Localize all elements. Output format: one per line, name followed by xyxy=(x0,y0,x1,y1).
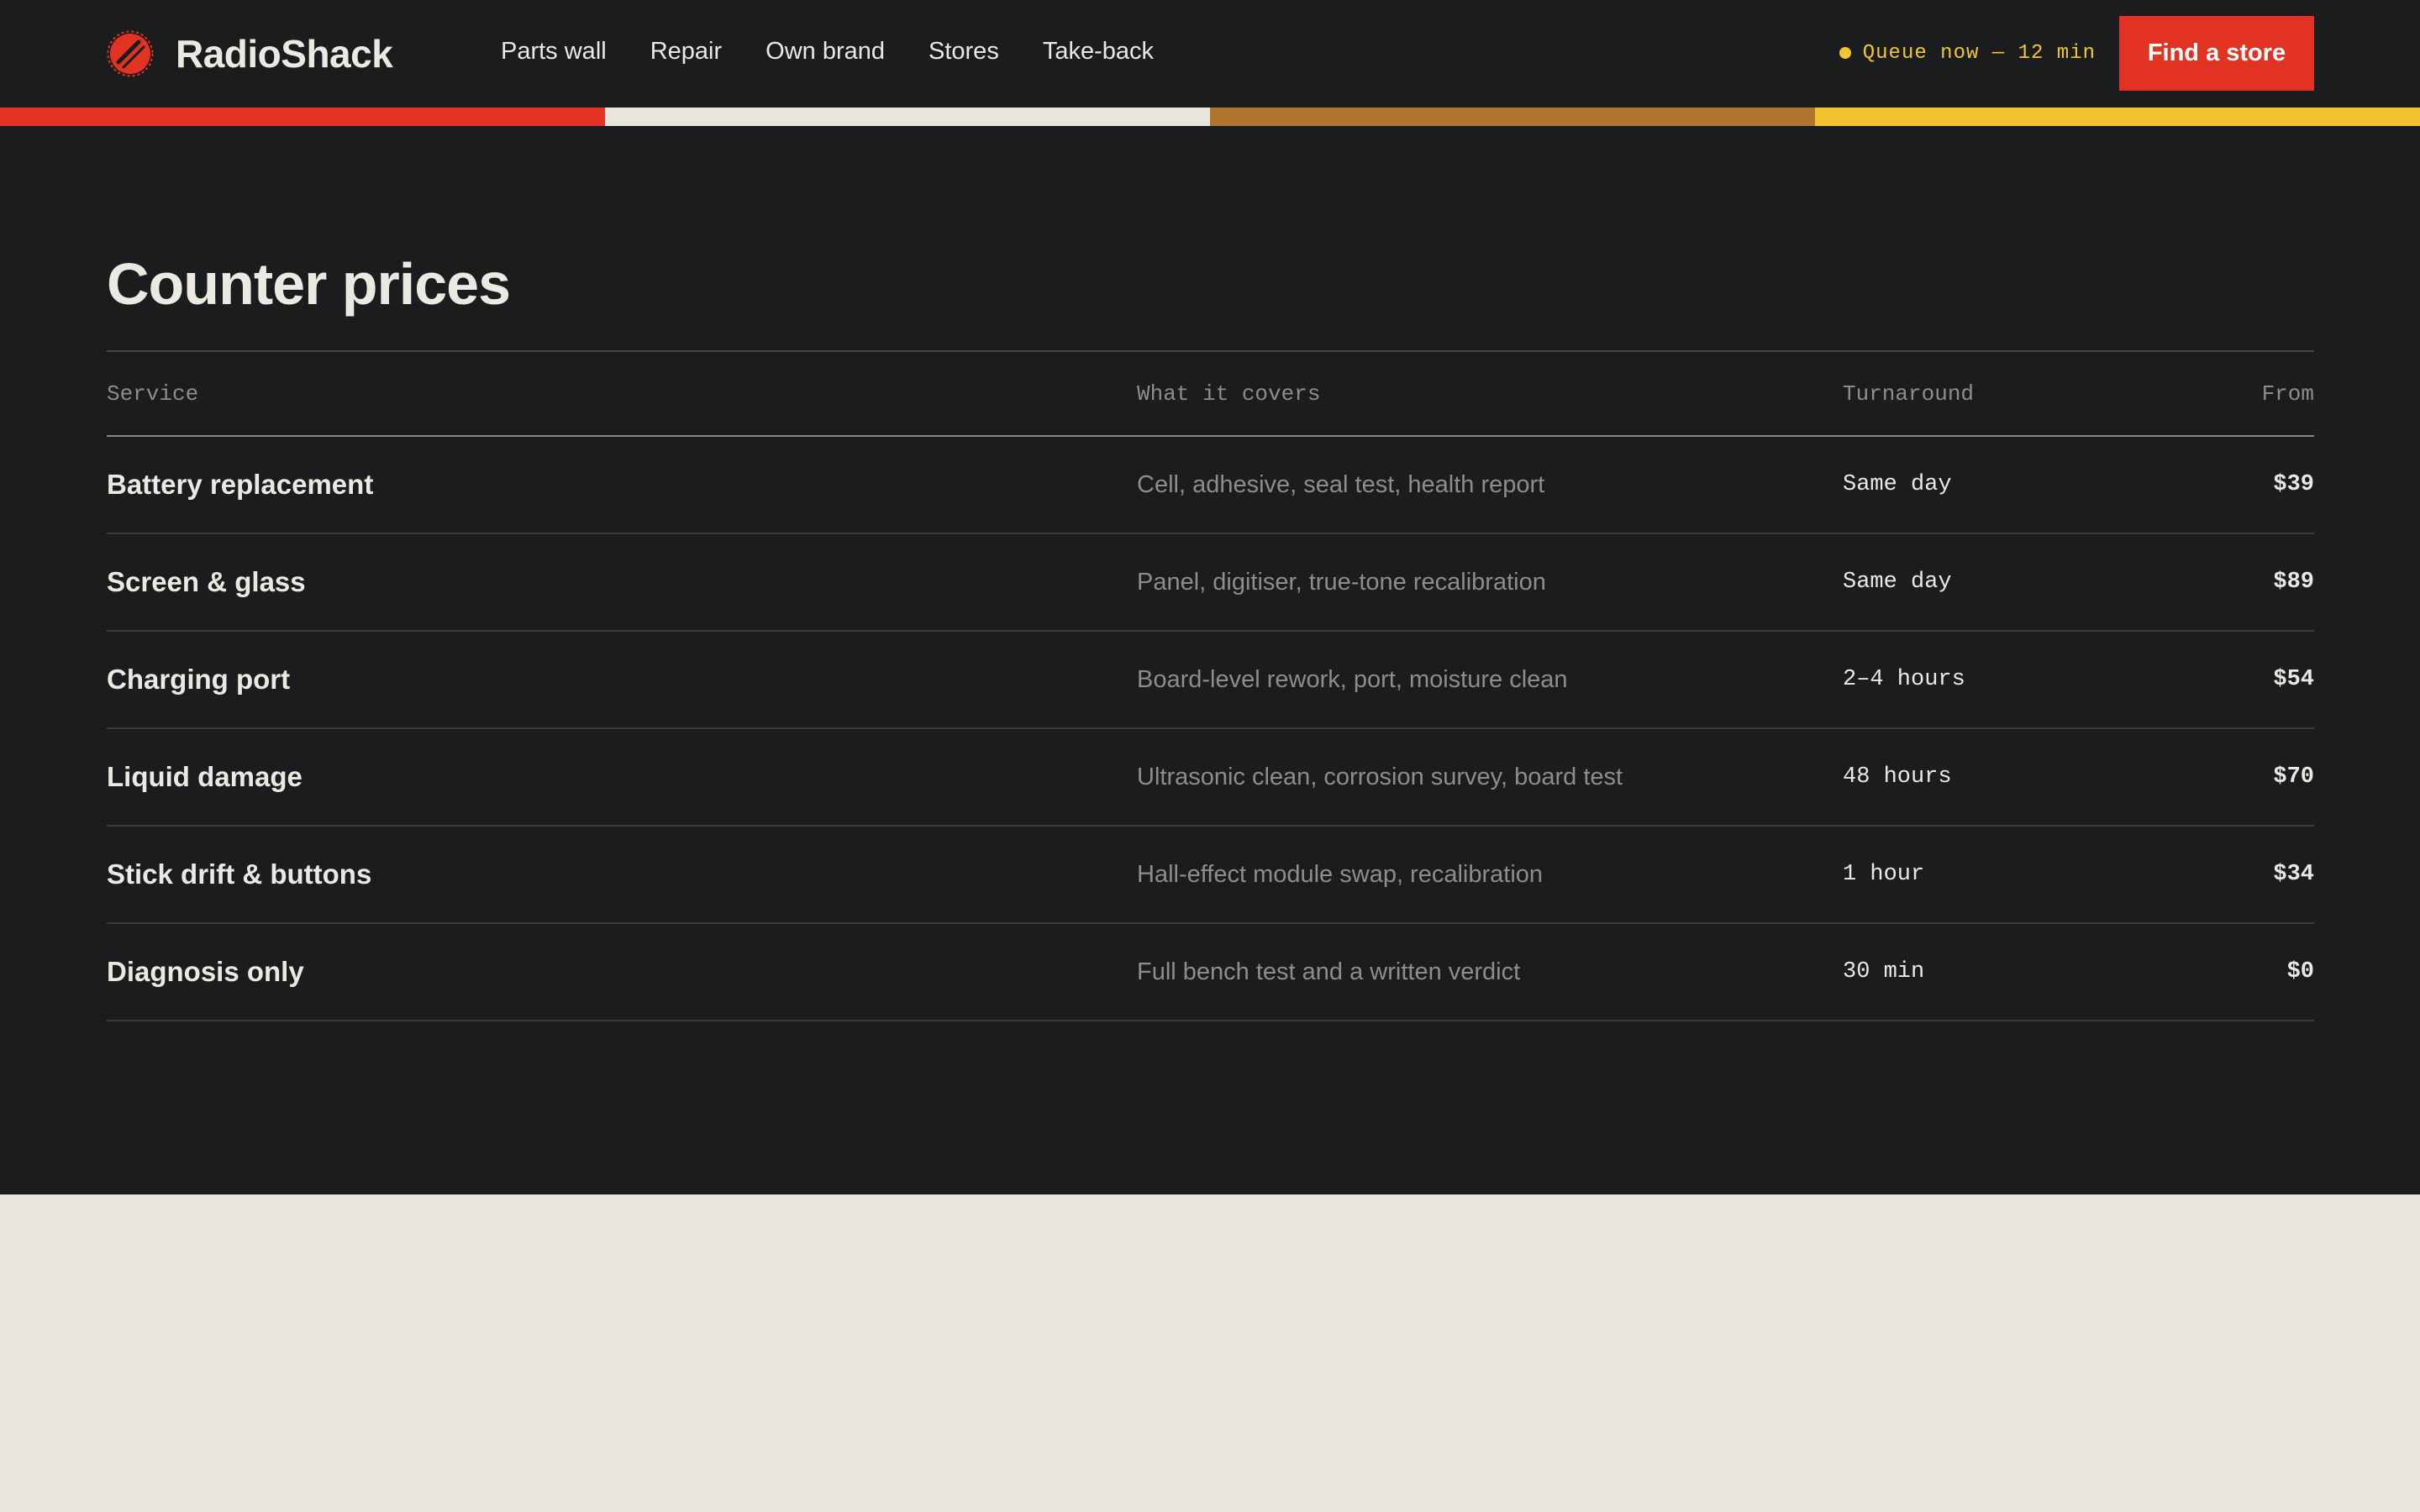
service-covers: Ultrasonic clean, corrosion survey, boar… xyxy=(1137,763,1623,790)
stripe-copper xyxy=(1210,108,1815,126)
service-turnaround: 30 min xyxy=(1843,959,1925,984)
stripe-red xyxy=(0,108,605,126)
service-name: Stick drift & buttons xyxy=(107,858,372,890)
service-price: $0 xyxy=(2286,959,2314,984)
main-nav: Parts wall Repair Own brand Stores Take-… xyxy=(501,34,1154,69)
service-covers: Cell, adhesive, seal test, health report xyxy=(1137,470,1545,498)
table-row: Battery replacement Cell, adhesive, seal… xyxy=(107,437,2314,534)
table-row: Charging port Board-level rework, port, … xyxy=(107,632,2314,729)
service-price: $39 xyxy=(2273,472,2314,497)
stripe-yellow xyxy=(1815,108,2420,126)
service-name: Battery replacement xyxy=(107,469,374,500)
column-header-service: Service xyxy=(107,381,199,407)
service-name: Liquid damage xyxy=(107,761,302,792)
table-row: Liquid damage Ultrasonic clean, corrosio… xyxy=(107,729,2314,827)
service-covers: Panel, digitiser, true-tone recalibratio… xyxy=(1137,568,1546,596)
service-turnaround: Same day xyxy=(1843,570,1952,595)
brand-stripe-bar xyxy=(0,108,2420,126)
brand-name: RadioShack xyxy=(176,32,393,76)
find-a-store-button[interactable]: Find a store xyxy=(2119,16,2314,91)
service-name: Charging port xyxy=(107,664,291,695)
column-header-turnaround: Turnaround xyxy=(1843,381,1975,407)
service-name: Screen & glass xyxy=(107,566,306,597)
nav-item-parts-wall[interactable]: Parts wall xyxy=(501,38,607,66)
service-turnaround: 48 hours xyxy=(1843,764,1952,790)
service-covers: Full bench test and a written verdict xyxy=(1137,958,1521,985)
service-price: $54 xyxy=(2273,667,2314,692)
service-price: $89 xyxy=(2273,570,2314,595)
logo-badge-icon xyxy=(107,30,154,77)
nav-item-repair[interactable]: Repair xyxy=(650,38,722,66)
queue-status: Queue now — 12 min xyxy=(1839,39,2096,67)
site-header: RadioShack Parts wall Repair Own brand S… xyxy=(0,0,2420,108)
service-turnaround: 2–4 hours xyxy=(1843,667,1965,692)
counter-prices-section: Counter prices Service What it covers Tu… xyxy=(0,126,2420,1194)
table-row: Screen & glass Panel, digitiser, true-to… xyxy=(107,534,2314,632)
table-row: Stick drift & buttons Hall-effect module… xyxy=(107,827,2314,924)
service-price: $70 xyxy=(2273,764,2314,790)
service-turnaround: 1 hour xyxy=(1843,862,1925,887)
column-header-covers: What it covers xyxy=(1137,381,1321,407)
column-header-from: From xyxy=(2261,381,2314,407)
nav-item-take-back[interactable]: Take-back xyxy=(1043,38,1154,66)
service-covers: Hall-effect module swap, recalibration xyxy=(1137,860,1544,888)
price-table: Service What it covers Turnaround From B… xyxy=(107,350,2314,1021)
section-title: Counter prices xyxy=(107,251,511,317)
status-dot-icon xyxy=(1839,47,1851,59)
brand-logo[interactable]: RadioShack xyxy=(107,30,393,77)
queue-status-text: Queue now — 12 min xyxy=(1862,41,2096,65)
table-row: Diagnosis only Full bench test and a wri… xyxy=(107,924,2314,1021)
service-price: $34 xyxy=(2273,862,2314,887)
service-name: Diagnosis only xyxy=(107,956,304,987)
nav-item-stores[interactable]: Stores xyxy=(929,38,999,66)
nav-item-own-brand[interactable]: Own brand xyxy=(765,38,885,66)
stripe-cream xyxy=(605,108,1210,126)
table-header-row: Service What it covers Turnaround From xyxy=(107,350,2314,437)
service-turnaround: Same day xyxy=(1843,472,1952,497)
service-covers: Board-level rework, port, moisture clean xyxy=(1137,665,1568,693)
